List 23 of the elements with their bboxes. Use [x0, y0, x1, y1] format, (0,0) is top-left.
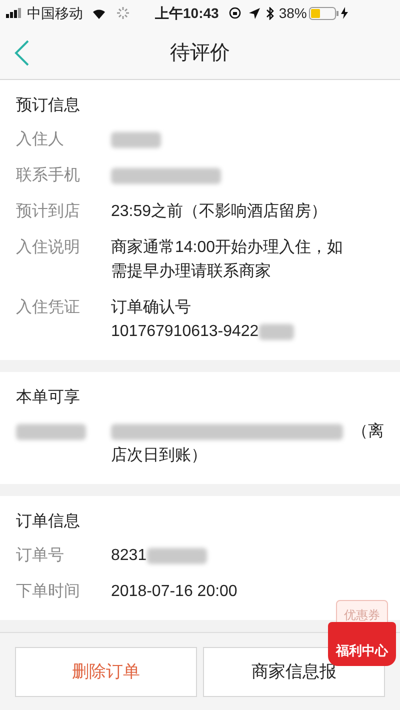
row-value: 商家通常14:00开始办理入住，如	[111, 239, 344, 256]
row-label: 预计到店	[16, 203, 80, 220]
row-label: 订单号	[16, 547, 64, 564]
row-value: 需提早办理请联系商家	[111, 263, 271, 280]
section-title: 订单信息	[16, 512, 81, 532]
row-label: 入住人	[16, 131, 64, 148]
row-value: 店次日到账）	[111, 447, 207, 464]
row-value: 23:59之前（不影响酒店留房）	[111, 203, 328, 220]
section-title: 本单可享	[16, 388, 81, 408]
row-label: 入住凭证	[16, 299, 80, 316]
row-label: 入住说明	[16, 239, 80, 256]
section-title: 预订信息	[16, 96, 81, 116]
carrier-name: 中国移动	[27, 4, 83, 22]
row-value: 101767910613-9422	[111, 323, 259, 340]
row-value: 2018-07-16 20:00	[111, 583, 238, 600]
clock-time: 上午10:43	[155, 4, 219, 22]
row-value: 订单确认号	[111, 299, 191, 316]
battery-percent: 38%	[278, 4, 307, 22]
row-label: 下单时间	[16, 583, 80, 600]
page-title: 待评价	[170, 40, 230, 66]
row-value: （离	[352, 422, 384, 442]
row-label: 联系手机	[16, 167, 80, 184]
row-value: 8231	[111, 547, 147, 564]
